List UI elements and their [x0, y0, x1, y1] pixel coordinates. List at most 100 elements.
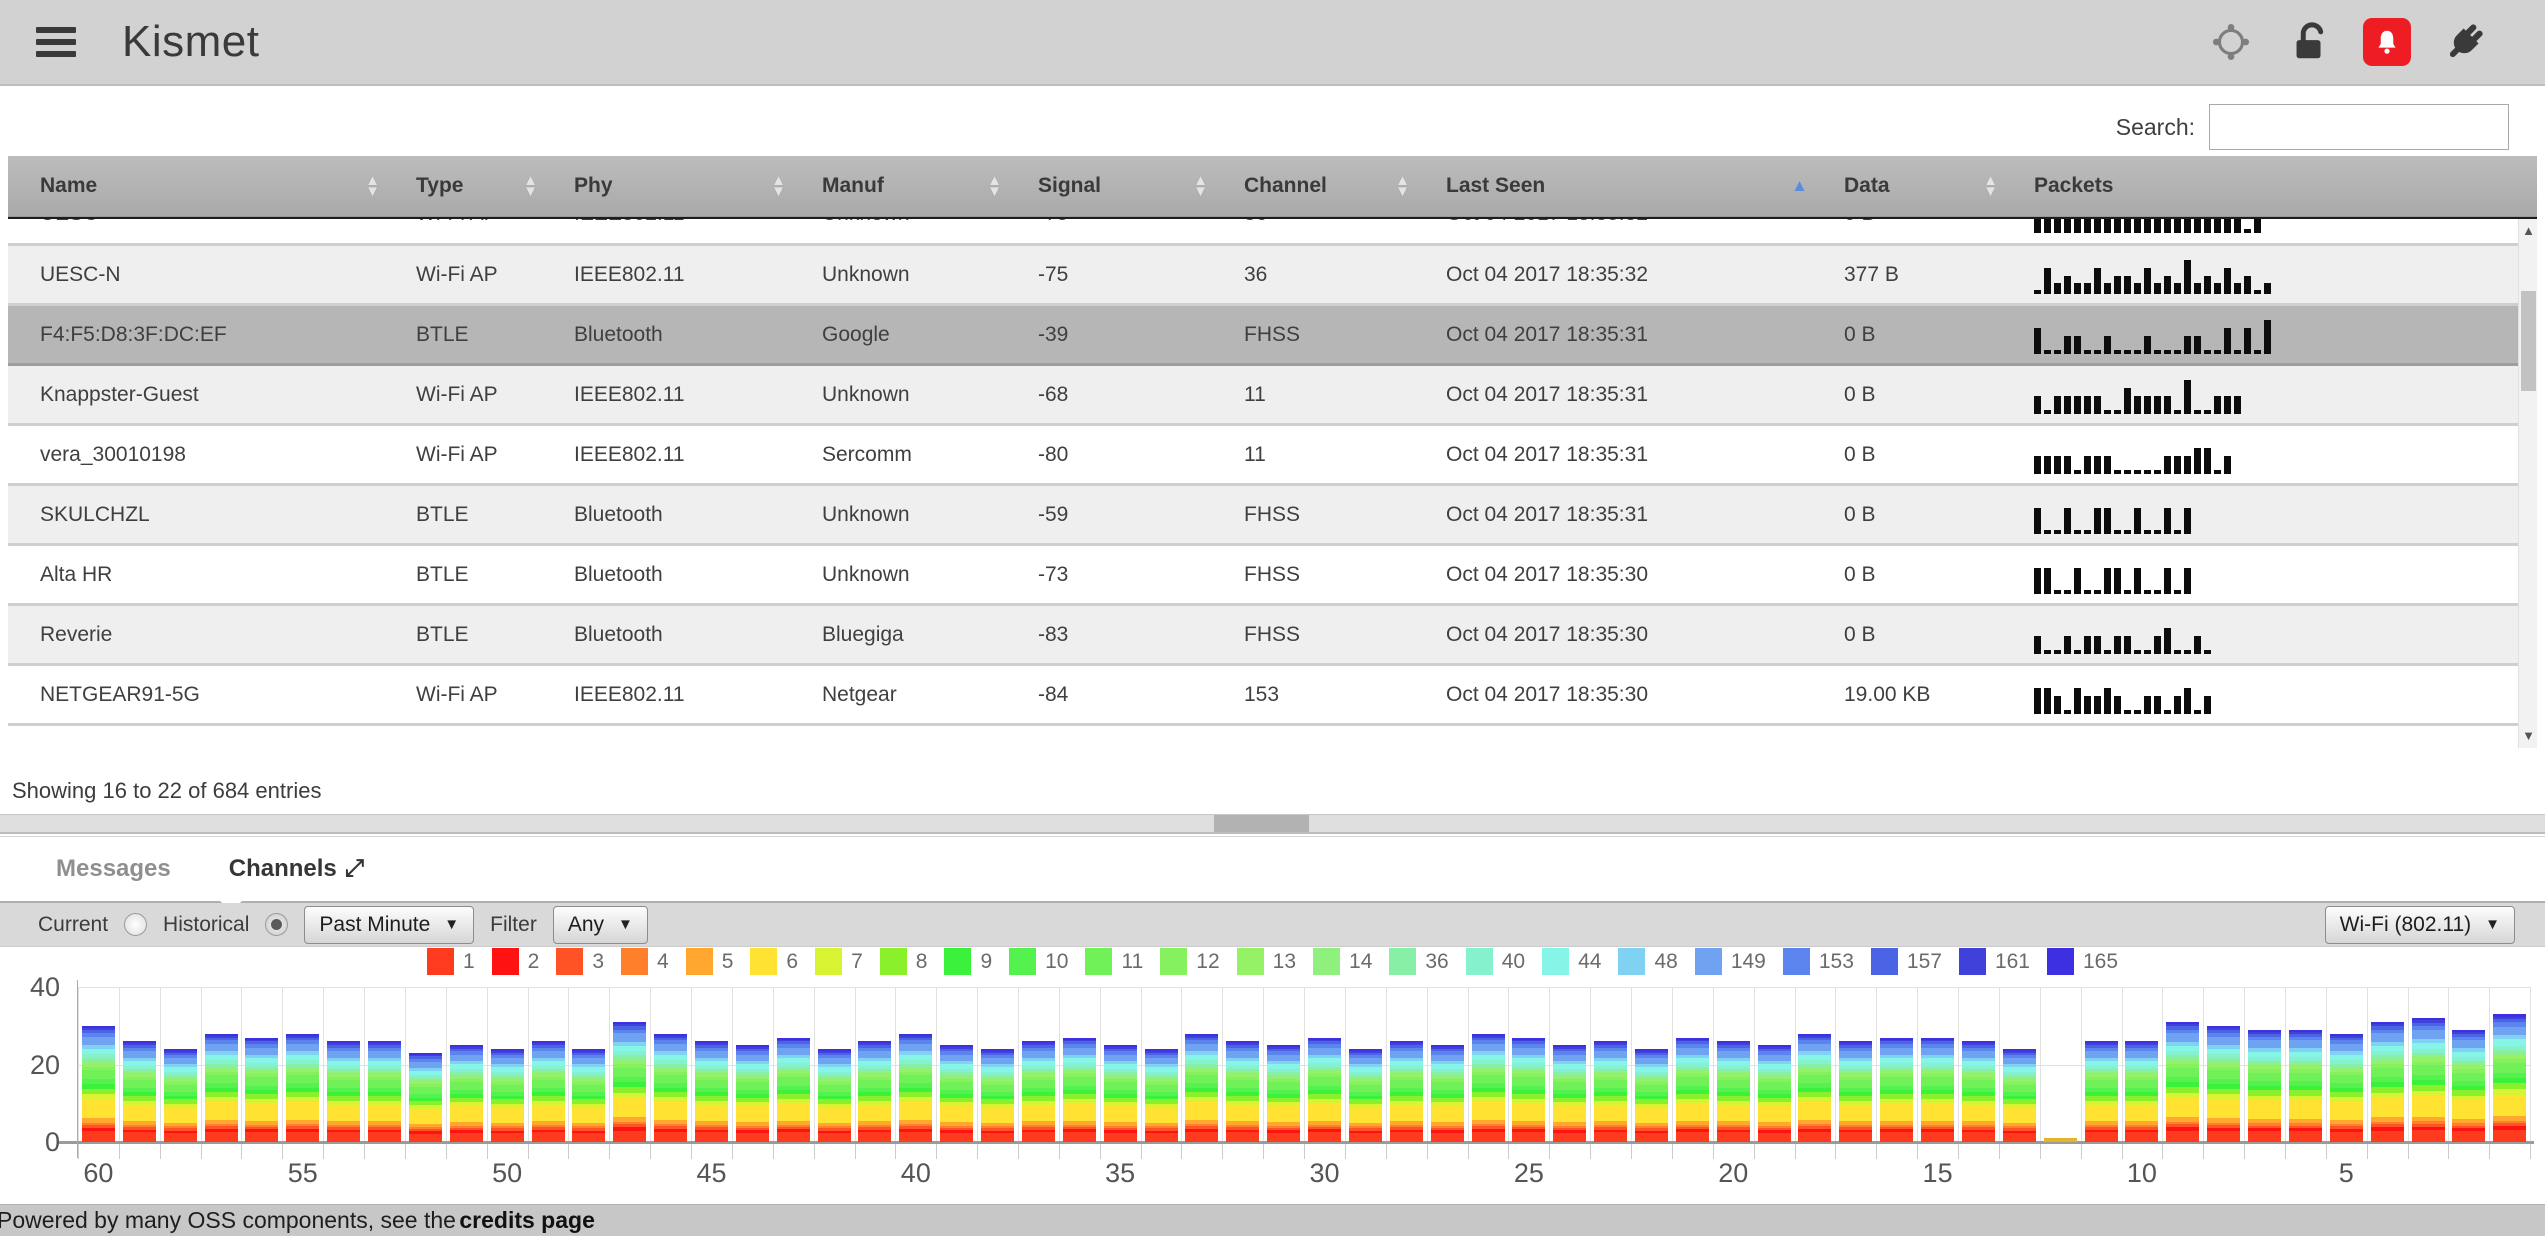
current-radio[interactable]: [124, 913, 147, 936]
axis-tick: [936, 1144, 937, 1159]
cell: Oct 04 2017 18:35:32: [1430, 217, 1828, 245]
axis-tick: [241, 1144, 242, 1159]
cell: NETGEAR91-5G: [8, 665, 400, 725]
cell: BTLE: [400, 545, 558, 605]
axis-tick: [528, 1144, 529, 1159]
phy-select[interactable]: Wi-Fi (802.11)▼: [2325, 906, 2515, 944]
axis-tick: [1590, 1144, 1591, 1159]
stacked-bar: [1022, 1041, 1055, 1142]
stacked-bar: [899, 1034, 932, 1143]
column-header-last-seen[interactable]: Last Seen▲: [1430, 156, 1828, 216]
device-row-knappster-guest[interactable]: Knappster-GuestWi-Fi APIEEE802.11Unknown…: [8, 365, 2537, 425]
column-header-signal[interactable]: Signal▲▼: [1022, 156, 1228, 216]
cell: Oct 04 2017 18:35:31: [1430, 305, 1828, 365]
cell: SKULCHZL: [8, 485, 400, 545]
stacked-bar: [2003, 1049, 2036, 1142]
y-axis-line: [77, 980, 78, 1158]
panel-splitter[interactable]: [0, 814, 2545, 834]
menu-hamburger-icon[interactable]: [36, 27, 76, 57]
device-table: Name▲▼Type▲▼Phy▲▼Manuf▲▼Signal▲▼Channel▲…: [8, 156, 2537, 748]
device-row-vera-30010198[interactable]: vera_30010198Wi-Fi APIEEE802.11Sercomm-8…: [8, 425, 2537, 485]
axis-tick: [282, 1144, 283, 1159]
cell: FHSS: [1228, 485, 1430, 545]
search-input[interactable]: [2209, 104, 2509, 150]
column-header-phy[interactable]: Phy▲▼: [558, 156, 806, 216]
x-axis-label: 25: [1494, 1158, 1564, 1189]
cell: BTLE: [400, 485, 558, 545]
stacked-bar: [736, 1045, 769, 1142]
x-axis-label: 55: [268, 1158, 338, 1189]
axis-tick: [119, 1144, 120, 1159]
axis-tick: [323, 1144, 324, 1159]
gps-crosshair-icon[interactable]: [2207, 18, 2255, 66]
packets-sparkline: [2018, 665, 2537, 725]
column-header-packets[interactable]: Packets: [2018, 156, 2537, 216]
column-header-name[interactable]: Name▲▼: [8, 156, 400, 216]
cell: 0 B: [1828, 605, 2018, 665]
cell: Oct 04 2017 18:35:31: [1430, 485, 1828, 545]
device-table-viewport[interactable]: UESCWi-Fi APIEEE802.11Unknown-7536Oct 04…: [8, 217, 2537, 748]
column-header-manuf[interactable]: Manuf▲▼: [806, 156, 1022, 216]
x-axis-label: 20: [1698, 1158, 1768, 1189]
cell: FHSS: [1228, 605, 1430, 665]
stacked-bar: [654, 1034, 687, 1143]
historical-radio[interactable]: [265, 913, 288, 936]
cell: 11: [1228, 365, 1430, 425]
cell: Bluetooth: [558, 545, 806, 605]
packets-sparkline: [2018, 305, 2537, 365]
alerts-bell-icon[interactable]: [2363, 18, 2411, 66]
axis-tick: [732, 1144, 733, 1159]
scroll-down-icon[interactable]: ▼: [2519, 724, 2537, 748]
cell: Unknown: [806, 217, 1022, 245]
cell: Wi-Fi AP: [400, 365, 558, 425]
credits-page-link[interactable]: credits page: [459, 1207, 595, 1234]
splitter-grip[interactable]: [1214, 815, 1309, 832]
expand-panel-icon[interactable]: ⤢: [345, 855, 364, 883]
x-axis-label: 35: [1085, 1158, 1155, 1189]
device-row-uesc[interactable]: UESCWi-Fi APIEEE802.11Unknown-7536Oct 04…: [8, 217, 2537, 245]
x-axis-label: 30: [1290, 1158, 1360, 1189]
sort-arrows-icon: ▲▼: [523, 175, 538, 197]
cell: Bluetooth: [558, 605, 806, 665]
column-header-type[interactable]: Type▲▼: [400, 156, 558, 216]
cell: Oct 04 2017 18:35:30: [1430, 545, 1828, 605]
device-row-f4-f5-d8-3f-dc-ef[interactable]: F4:F5:D8:3F:DC:EFBTLEBluetoothGoogle-39F…: [8, 305, 2537, 365]
cell: IEEE802.11: [558, 425, 806, 485]
stacked-bar: [2330, 1034, 2363, 1143]
stacked-bar: [450, 1045, 483, 1142]
cell: 0 B: [1828, 217, 2018, 245]
cell: UESC-N: [8, 245, 400, 305]
packets-sparkline: [2018, 605, 2537, 665]
filter-select[interactable]: Any▼: [553, 906, 648, 944]
device-row-skulchzl[interactable]: SKULCHZLBTLEBluetoothUnknown-59FHSSOct 0…: [8, 485, 2537, 545]
top-bar: Kismet: [0, 0, 2545, 86]
cell: 377 B: [1828, 245, 2018, 305]
axis-tick: [1999, 1144, 2000, 1159]
column-header-channel[interactable]: Channel▲▼: [1228, 156, 1430, 216]
scrollbar-thumb[interactable]: [2521, 291, 2536, 391]
stacked-bar: [2371, 1022, 2404, 1142]
cell: IEEE802.11: [558, 217, 806, 245]
packets-sparkline: [2018, 485, 2537, 545]
cell: BTLE: [400, 605, 558, 665]
cell: Bluetooth: [558, 485, 806, 545]
device-row-netgear91-5g[interactable]: NETGEAR91-5GWi-Fi APIEEE802.11Netgear-84…: [8, 665, 2537, 725]
table-scrollbar[interactable]: ▲ ▼: [2518, 219, 2537, 748]
datasource-plug-icon[interactable]: [2441, 18, 2489, 66]
stacked-bar: [2452, 1030, 2485, 1142]
tab-messages[interactable]: Messages: [56, 855, 171, 883]
scroll-up-icon[interactable]: ▲: [2519, 219, 2537, 243]
device-row-reverie[interactable]: ReverieBTLEBluetoothBluegiga-83FHSSOct 0…: [8, 605, 2537, 665]
device-row-uesc-n[interactable]: UESC-NWi-Fi APIEEE802.11Unknown-7536Oct …: [8, 245, 2537, 305]
axis-tick: [1917, 1144, 1918, 1159]
cell: 11: [1228, 425, 1430, 485]
device-row-alta-hr[interactable]: Alta HRBTLEBluetoothUnknown-73FHSSOct 04…: [8, 545, 2537, 605]
column-header-data[interactable]: Data▲▼: [1828, 156, 2018, 216]
stacked-bar: [164, 1049, 197, 1142]
tab-channels[interactable]: Channels ⤢: [229, 855, 364, 883]
stacked-bar: [858, 1041, 891, 1142]
cell: 0 B: [1828, 365, 2018, 425]
app-title: Kismet: [122, 17, 259, 67]
time-range-select[interactable]: Past Minute▼: [304, 906, 474, 944]
unlock-icon[interactable]: [2285, 18, 2333, 66]
